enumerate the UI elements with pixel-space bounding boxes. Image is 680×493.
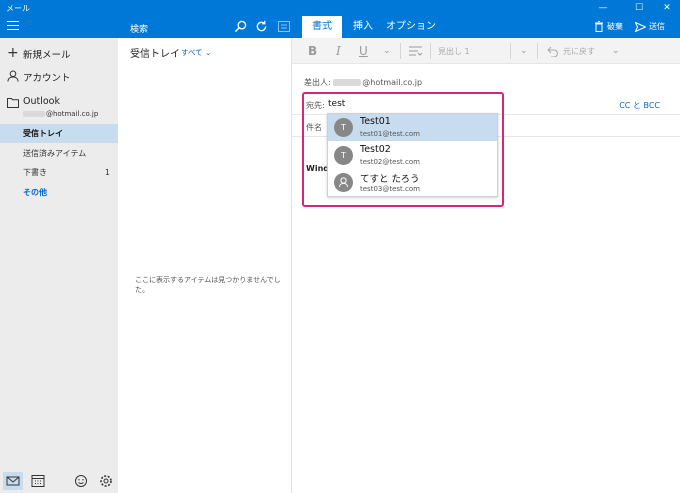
smiley-icon[interactable] — [71, 472, 91, 490]
sidebar: + 新規メール アカウント Outlook @hotmail.co.jp 受信ト… — [0, 38, 118, 493]
select-mode-icon[interactable] — [278, 21, 290, 32]
undo-icon[interactable] — [546, 46, 558, 57]
calendar-icon[interactable] — [28, 472, 48, 490]
minimize-icon[interactable]: — — [592, 0, 614, 16]
suggestion-item[interactable]: てすと たろう test03@test.com — [328, 169, 497, 196]
search-label: 検索 — [130, 25, 149, 35]
folder-more[interactable]: その他 — [0, 183, 118, 202]
filter-label: すべて — [181, 48, 203, 57]
person-icon — [339, 177, 348, 188]
tab-options[interactable]: オプション — [386, 16, 436, 38]
folder-label: 下書き — [23, 168, 47, 177]
toolbar-divider — [510, 43, 511, 59]
account-email: @hotmail.co.jp — [23, 110, 98, 118]
title-bar: メール — ☐ ✕ — [0, 0, 680, 16]
avatar: T — [334, 118, 353, 137]
avatar — [334, 173, 353, 192]
hamburger-menu-icon[interactable] — [7, 21, 19, 31]
suggestion-email: test02@test.com — [360, 158, 420, 166]
folder-inbox[interactable]: 受信トレイ — [0, 124, 118, 143]
maximize-icon[interactable]: ☐ — [628, 0, 650, 16]
person-icon — [7, 70, 19, 82]
sync-icon[interactable] — [255, 20, 268, 33]
folder-count: 1 — [104, 168, 110, 177]
suggestion-email: test01@test.com — [360, 130, 420, 138]
plus-icon: + — [7, 45, 19, 61]
avatar: T — [334, 146, 353, 165]
top-toolbar: 検索 書式 挿入 オプション 破棄 送信 — [0, 16, 680, 38]
send-button[interactable]: 送信 — [634, 20, 665, 34]
account-label: アカウント — [23, 73, 71, 84]
bold-button[interactable]: B — [308, 44, 317, 58]
from-email: @hotmail.co.jp — [362, 78, 423, 87]
suggestion-email: test03@test.com — [360, 185, 420, 193]
toolbar-divider — [400, 43, 401, 59]
new-mail-label: 新規メール — [23, 50, 71, 61]
suggestion-name: Test02 — [360, 144, 391, 155]
underline-button[interactable]: U — [359, 44, 368, 58]
tab-format[interactable]: 書式 — [302, 16, 342, 38]
from-field: 差出人: @hotmail.co.jp — [304, 77, 422, 88]
trash-icon — [595, 21, 603, 32]
new-mail-button[interactable]: + 新規メール — [0, 46, 118, 62]
chevron-down-icon[interactable]: ⌄ — [612, 46, 620, 56]
tab-insert[interactable]: 挿入 — [347, 16, 379, 38]
sidebar-bottom-bar — [0, 468, 118, 493]
list-title: 受信トレイ — [130, 49, 180, 60]
suggestion-name: Test01 — [360, 116, 391, 127]
send-label: 送信 — [649, 22, 665, 31]
account-email-domain: @hotmail.co.jp — [46, 110, 99, 118]
suggestion-item[interactable]: T Test01 test01@test.com — [328, 114, 497, 141]
account-name: Outlook — [23, 96, 60, 107]
contact-suggestion-list: T Test01 test01@test.com T Test02 test02… — [327, 113, 498, 197]
account-item-outlook[interactable]: Outlook @hotmail.co.jp — [0, 95, 118, 121]
filter-dropdown[interactable]: すべて ⌄ — [181, 47, 211, 58]
paragraph-format-icon[interactable] — [409, 46, 422, 57]
discard-label: 破棄 — [607, 22, 623, 31]
toolbar-divider — [430, 43, 431, 59]
folder-drafts[interactable]: 下書き 1 — [0, 163, 118, 182]
message-list-pane: 受信トレイ すべて ⌄ ここに表示するアイテムは見つかりませんでした。 — [118, 38, 292, 493]
chevron-down-icon[interactable]: ⌄ — [520, 46, 528, 56]
folder-sent[interactable]: 送信済みアイテム — [0, 144, 118, 163]
cc-bcc-link[interactable]: CC と BCC — [619, 100, 660, 111]
search-icon[interactable] — [234, 20, 247, 33]
heading-style-dropdown[interactable]: 見出し 1 — [438, 46, 470, 57]
redacted-mask — [23, 111, 45, 117]
from-label: 差出人: — [304, 78, 331, 87]
send-icon — [634, 21, 647, 33]
discard-button[interactable]: 破棄 — [594, 20, 623, 34]
chevron-down-icon[interactable]: ⌄ — [383, 46, 391, 56]
empty-message: ここに表示するアイテムは見つかりませんでした。 — [135, 276, 281, 294]
undo-label: 元に戻す — [563, 47, 595, 56]
format-toolbar: B I U ⌄ 見出し 1 ⌄ 元に戻す ⌄ — [292, 38, 680, 64]
window-title: メール — [6, 4, 30, 13]
folder-label: 受信トレイ — [23, 129, 63, 138]
redacted-mask — [333, 79, 362, 86]
close-icon[interactable]: ✕ — [656, 0, 678, 16]
chevron-down-icon: ⌄ — [205, 48, 212, 57]
search-box[interactable]: 検索 — [118, 16, 301, 38]
suggestion-name: てすと たろう — [360, 174, 420, 185]
toolbar-divider — [537, 43, 538, 59]
folder-label: 送信済みアイテム — [23, 149, 87, 158]
account-button[interactable]: アカウント — [0, 69, 118, 85]
italic-button[interactable]: I — [336, 44, 341, 58]
suggestion-item[interactable]: T Test02 test02@test.com — [328, 142, 497, 169]
mail-icon[interactable] — [3, 472, 23, 490]
folder-icon — [7, 98, 19, 108]
gear-icon[interactable] — [96, 472, 116, 490]
folder-label: その他 — [23, 188, 47, 197]
